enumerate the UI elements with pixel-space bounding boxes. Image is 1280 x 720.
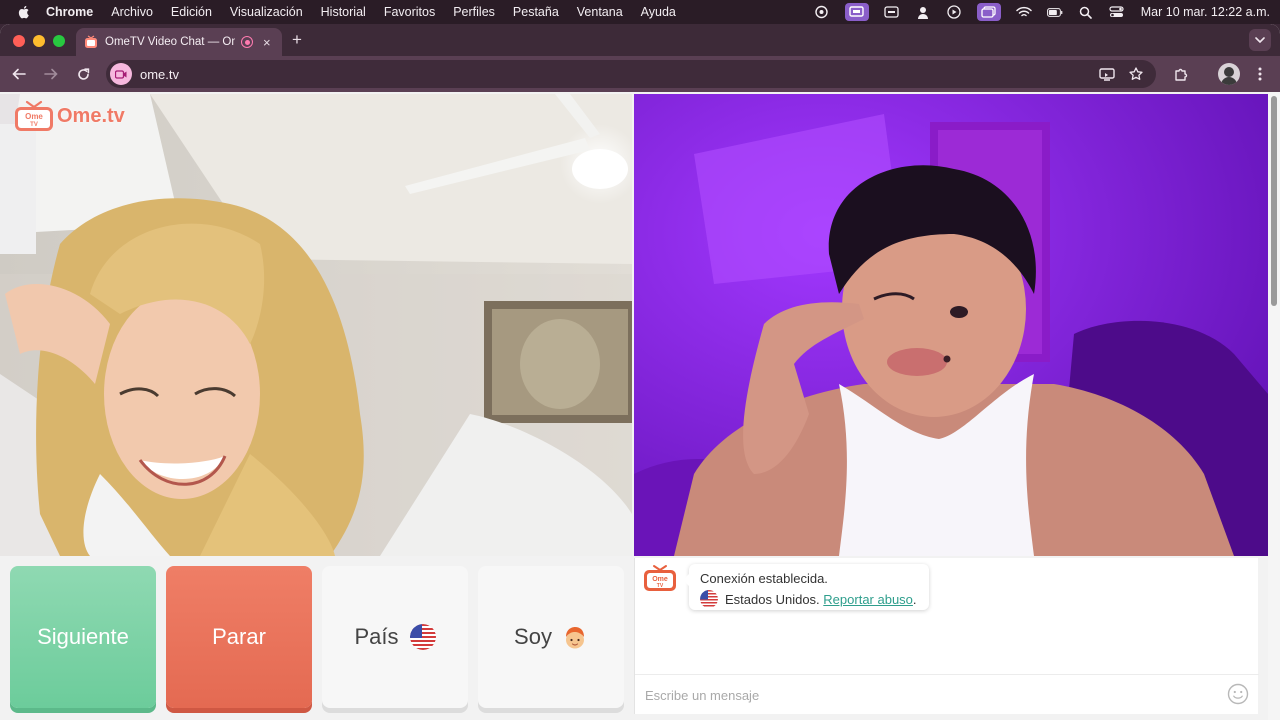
page-scrollbar[interactable] — [1268, 92, 1280, 720]
local-video-frame — [0, 94, 632, 556]
arrow-left-icon — [12, 68, 26, 80]
window-close-button[interactable] — [13, 35, 25, 47]
battery-icon[interactable] — [1046, 5, 1063, 19]
play-icon[interactable] — [946, 5, 962, 19]
site-camera-icon[interactable] — [110, 63, 132, 85]
cast-icon[interactable] — [1097, 64, 1117, 84]
svg-text:TV: TV — [30, 122, 38, 128]
report-abuse-link[interactable]: Reportar abuso — [823, 592, 913, 607]
window-minimize-button[interactable] — [33, 35, 45, 47]
partner-country-line: Estados Unidos. Reportar abuso. — [700, 590, 918, 608]
chat-message-input[interactable] — [645, 684, 1205, 706]
menu-app-chrome[interactable]: Chrome — [46, 5, 93, 19]
macos-menu-bar: Chrome Archivo Edición Visualización His… — [0, 0, 1280, 24]
browser-window: OmeTV Video Chat — Omegle × + ome.tv — [0, 24, 1280, 720]
tab-title: OmeTV Video Chat — Omegle — [105, 36, 235, 48]
local-video: Ome TV Ome.tv — [0, 94, 632, 556]
url-text[interactable]: ome.tv — [140, 67, 179, 82]
tab-ometv[interactable]: OmeTV Video Chat — Omegle × — [76, 28, 282, 56]
menu-edicion[interactable]: Edición — [171, 5, 212, 19]
partner-country-text: Estados Unidos. — [725, 591, 820, 607]
tab-search-button[interactable] — [1249, 29, 1271, 51]
window-icon[interactable] — [976, 3, 1001, 21]
kebab-menu-icon[interactable] — [1250, 64, 1270, 84]
logo-badge-text: Ome — [25, 112, 43, 121]
country-button-label: País — [354, 624, 399, 649]
scrollbar-thumb[interactable] — [1271, 96, 1277, 306]
extensions-puzzle-icon[interactable] — [1171, 64, 1191, 84]
remote-video — [634, 94, 1268, 556]
report-suffix: . — [912, 591, 917, 607]
bookmark-star-icon[interactable] — [1126, 64, 1146, 84]
chat-panel: Ome TV Conexión establecida. Estados Uni… — [634, 558, 1259, 714]
remote-video-frame — [634, 94, 1268, 556]
forward-button[interactable] — [41, 64, 61, 84]
menu-ayuda[interactable]: Ayuda — [641, 5, 676, 19]
chevron-down-icon — [1255, 37, 1265, 43]
ometv-favicon-icon — [85, 35, 97, 48]
ometv-page: Ome TV Ome.tv Siguiente Parar País Soy O… — [0, 92, 1280, 720]
svg-text:Ome: Ome — [652, 576, 668, 583]
reload-button[interactable] — [73, 64, 93, 84]
us-flag-icon — [700, 590, 718, 608]
emoji-smiley-icon[interactable] — [1227, 683, 1249, 705]
menu-historial[interactable]: Historial — [321, 5, 366, 19]
us-flag-icon — [409, 624, 436, 650]
menu-favoritos[interactable]: Favoritos — [384, 5, 435, 19]
reload-icon — [77, 67, 89, 80]
stop-button[interactable]: Parar — [166, 566, 312, 708]
browser-toolbar: ome.tv — [0, 56, 1280, 92]
system-message-bubble: Conexión establecida. Estados Unidos. Re… — [683, 564, 929, 610]
ometv-chat-avatar-icon: Ome TV — [644, 565, 676, 591]
arrow-right-icon — [44, 68, 58, 80]
caption-icon[interactable] — [884, 5, 900, 19]
recording-indicator-icon — [241, 36, 253, 48]
address-bar[interactable]: ome.tv — [106, 60, 1156, 88]
menu-perfiles[interactable]: Perfiles — [453, 5, 495, 19]
next-button[interactable]: Siguiente — [10, 566, 156, 708]
gender-button[interactable]: Soy — [478, 566, 624, 708]
menu-pestana[interactable]: Pestaña — [513, 5, 559, 19]
window-zoom-button[interactable] — [53, 35, 65, 47]
logo-text: Ome.tv — [57, 104, 125, 127]
svg-text:TV: TV — [657, 583, 664, 589]
back-button[interactable] — [9, 64, 29, 84]
stop-button-label: Parar — [212, 624, 266, 649]
tab-close-icon[interactable]: × — [263, 35, 271, 50]
ometv-tv-logo-icon: Ome TV — [15, 100, 53, 131]
menubar-status-area: Mar 10 mar. 12:22 a.m. — [799, 0, 1270, 24]
profile-avatar[interactable] — [1218, 63, 1240, 85]
menu-archivo[interactable]: Archivo — [111, 5, 153, 19]
connection-status-text: Conexión establecida. — [700, 571, 828, 586]
tab-strip: OmeTV Video Chat — Omegle × + — [0, 24, 1280, 56]
apple-logo-icon[interactable] — [16, 4, 32, 20]
wifi-icon[interactable] — [1016, 5, 1032, 19]
menu-ventana[interactable]: Ventana — [577, 5, 623, 19]
scan-icon[interactable] — [814, 5, 830, 19]
gender-button-label: Soy — [514, 624, 552, 649]
menubar-clock[interactable]: Mar 10 mar. 12:22 a.m. — [1141, 5, 1270, 19]
new-tab-button[interactable]: + — [292, 30, 302, 50]
next-button-label: Siguiente — [37, 624, 129, 649]
country-button[interactable]: País — [322, 566, 468, 708]
control-center-icon[interactable] — [1109, 5, 1125, 19]
chat-input-row — [635, 674, 1259, 714]
ometv-logo[interactable]: Ome TV Ome.tv — [14, 100, 125, 132]
menu-visualizacion[interactable]: Visualización — [230, 5, 303, 19]
boy-avatar-icon — [565, 627, 584, 649]
screen-share-icon[interactable] — [844, 3, 869, 21]
search-icon[interactable] — [1078, 5, 1094, 19]
person-icon[interactable] — [915, 5, 931, 19]
